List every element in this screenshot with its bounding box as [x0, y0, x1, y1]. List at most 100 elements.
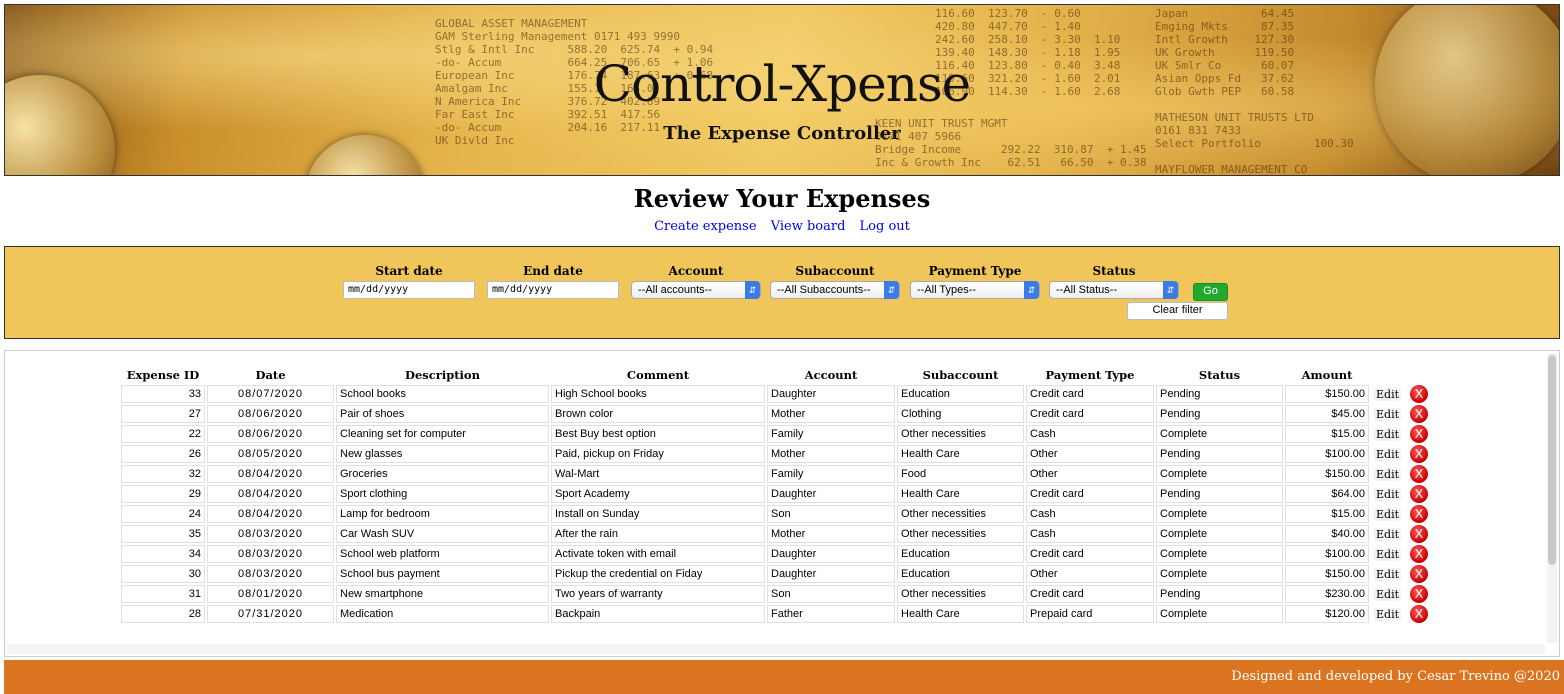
- cell-comment: Sport Academy: [551, 485, 765, 503]
- delete-icon[interactable]: X: [1410, 465, 1429, 483]
- clear-filter-button[interactable]: Clear filter: [1127, 302, 1228, 320]
- table-header-row: Expense ID Date Description Comment Account S…: [121, 367, 1431, 383]
- cell-description: New smartphone: [336, 585, 549, 603]
- row-actions: Edit X: [1371, 445, 1431, 463]
- edit-button[interactable]: Edit: [1374, 407, 1402, 421]
- account-filter: Account --All accounts-- ⇵: [631, 264, 761, 299]
- table-row: 26 08/05/2020 New glasses Paid, pickup on F…: [121, 445, 1431, 463]
- start-date-input[interactable]: mm/dd/yyyy: [343, 281, 475, 299]
- cell-subaccount: Health Care: [897, 605, 1024, 623]
- subaccount-select[interactable]: --All Subaccounts-- ⇵: [770, 281, 900, 299]
- edit-button[interactable]: Edit: [1374, 467, 1402, 481]
- cell-account: Son: [767, 505, 895, 523]
- status-select[interactable]: --All Status-- ⇵: [1049, 281, 1179, 299]
- edit-button[interactable]: Edit: [1374, 507, 1402, 521]
- cell-status: Pending: [1156, 405, 1283, 423]
- cell-amount: $230.00: [1285, 585, 1369, 603]
- delete-icon[interactable]: X: [1410, 525, 1429, 543]
- row-actions: Edit X: [1371, 525, 1431, 543]
- payment-type-label: Payment Type: [928, 264, 1022, 278]
- cell-subaccount: Clothing: [897, 405, 1024, 423]
- cell-date: 07/31/2020: [207, 605, 334, 623]
- row-actions: Edit X: [1371, 425, 1431, 443]
- edit-button[interactable]: Edit: [1374, 487, 1402, 501]
- table-row: 29 08/04/2020 Sport clothing Sport Academy D…: [121, 485, 1431, 503]
- go-button[interactable]: Go: [1193, 283, 1228, 301]
- delete-icon[interactable]: X: [1410, 545, 1429, 563]
- cell-expense-id: 33: [121, 385, 205, 403]
- app-subtitle: The Expense Controller: [663, 123, 901, 144]
- cell-status: Pending: [1156, 385, 1283, 403]
- top-nav: Create expense View board Log out: [0, 219, 1564, 234]
- account-select-value: --All accounts--: [638, 284, 712, 296]
- cell-description: Car Wash SUV: [336, 525, 549, 543]
- cell-payment-type: Credit card: [1026, 585, 1154, 603]
- end-date-filter: End date mm/dd/yyyy: [487, 264, 619, 299]
- cell-date: 08/03/2020: [207, 565, 334, 583]
- cell-payment-type: Cash: [1026, 505, 1154, 523]
- cell-amount: $15.00: [1285, 505, 1369, 523]
- cell-payment-type: Other: [1026, 565, 1154, 583]
- payment-type-select[interactable]: --All Types-- ⇵: [910, 281, 1040, 299]
- edit-button[interactable]: Edit: [1374, 587, 1402, 601]
- edit-button[interactable]: Edit: [1374, 567, 1402, 581]
- cell-account: Family: [767, 465, 895, 483]
- delete-icon[interactable]: X: [1410, 385, 1429, 403]
- cell-description: School bus payment: [336, 565, 549, 583]
- edit-button[interactable]: Edit: [1374, 427, 1402, 441]
- cell-expense-id: 32: [121, 465, 205, 483]
- cell-account: Son: [767, 585, 895, 603]
- cell-status: Complete: [1156, 425, 1283, 443]
- cell-date: 08/06/2020: [207, 405, 334, 423]
- delete-icon[interactable]: X: [1410, 485, 1429, 503]
- cell-amount: $100.00: [1285, 445, 1369, 463]
- cell-status: Pending: [1156, 445, 1283, 463]
- edit-button[interactable]: Edit: [1374, 547, 1402, 561]
- edit-button[interactable]: Edit: [1374, 527, 1402, 541]
- delete-icon[interactable]: X: [1410, 405, 1429, 423]
- delete-icon[interactable]: X: [1410, 585, 1429, 603]
- edit-button[interactable]: Edit: [1374, 447, 1402, 461]
- cell-payment-type: Credit card: [1026, 385, 1154, 403]
- cell-payment-type: Prepaid card: [1026, 605, 1154, 623]
- chevron-updown-icon: ⇵: [884, 281, 899, 299]
- end-date-label: End date: [523, 264, 583, 278]
- edit-button[interactable]: Edit: [1374, 607, 1402, 621]
- view-board-link[interactable]: View board: [771, 219, 846, 234]
- vertical-scrollbar[interactable]: [1547, 353, 1557, 643]
- account-select[interactable]: --All accounts-- ⇵: [631, 281, 761, 299]
- start-date-label: Start date: [375, 264, 443, 278]
- edit-button[interactable]: Edit: [1374, 387, 1402, 401]
- horizontal-scrollbar[interactable]: [7, 644, 1545, 654]
- header-payment-type: Payment Type: [1045, 368, 1135, 382]
- footer: Designed and developed by Cesar Trevino …: [4, 660, 1564, 694]
- cell-date: 08/04/2020: [207, 485, 334, 503]
- logout-link[interactable]: Log out: [860, 219, 910, 234]
- end-date-input[interactable]: mm/dd/yyyy: [487, 281, 619, 299]
- cell-expense-id: 30: [121, 565, 205, 583]
- table-body: 33 08/07/2020 School books High School book…: [121, 385, 1431, 623]
- row-actions: Edit X: [1371, 565, 1431, 583]
- table-row: 31 08/01/2020 New smartphone Two years of w…: [121, 585, 1431, 603]
- delete-icon[interactable]: X: [1410, 505, 1429, 523]
- payment-type-filter: Payment Type --All Types-- ⇵: [910, 264, 1040, 299]
- cell-subaccount: Education: [897, 565, 1024, 583]
- expenses-table-container: Expense ID Date Description Comment Account S…: [4, 350, 1560, 657]
- delete-icon[interactable]: X: [1410, 605, 1429, 623]
- cell-account: Mother: [767, 445, 895, 463]
- create-expense-link[interactable]: Create expense: [654, 219, 756, 234]
- cell-comment: Activate token with email: [551, 545, 765, 563]
- delete-icon[interactable]: X: [1410, 445, 1429, 463]
- cell-account: Mother: [767, 405, 895, 423]
- cell-description: Sport clothing: [336, 485, 549, 503]
- start-date-filter: Start date mm/dd/yyyy: [343, 264, 475, 299]
- cell-date: 08/05/2020: [207, 445, 334, 463]
- scrollbar-thumb[interactable]: [1548, 355, 1556, 565]
- cell-expense-id: 35: [121, 525, 205, 543]
- cell-date: 08/03/2020: [207, 525, 334, 543]
- delete-icon[interactable]: X: [1410, 565, 1429, 583]
- app-title: Control-Xpense: [593, 55, 971, 113]
- delete-icon[interactable]: X: [1410, 425, 1429, 443]
- cell-status: Complete: [1156, 565, 1283, 583]
- header-subaccount: Subaccount: [922, 368, 999, 382]
